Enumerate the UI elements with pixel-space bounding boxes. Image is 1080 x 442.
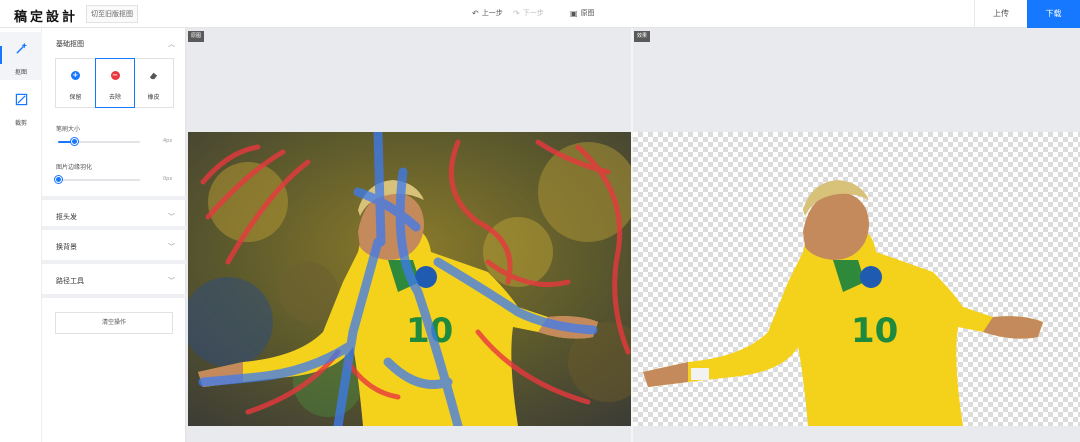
section-title-path: 路径工具 <box>56 277 84 285</box>
clear-operations-button[interactable]: 清空操作 <box>55 312 173 334</box>
feather-thumb[interactable] <box>55 176 62 183</box>
eraser-mode-button[interactable]: 橡皮 <box>134 59 173 107</box>
switch-old-version-button[interactable]: 切至旧版抠图 <box>86 5 138 23</box>
eraser-mode-label: 橡皮 <box>147 94 160 101</box>
section-title-hair: 抠头发 <box>56 213 77 221</box>
redo-label: 下一步 <box>522 9 544 17</box>
app-logo: 稿定設計 <box>14 10 79 25</box>
result-cutout: 10 <box>643 180 1043 426</box>
result-tag: 效果 <box>634 31 651 42</box>
tool-rail: 抠图 裁剪 <box>0 28 42 442</box>
result-preview[interactable]: 10 <box>633 132 1080 426</box>
keep-mode-label: 保留 <box>69 94 82 101</box>
upload-button[interactable]: 上传 <box>974 0 1027 28</box>
chevron-down-icon: ﹀ <box>168 213 175 221</box>
magic-wand-icon <box>15 42 27 54</box>
feather-value: 0px <box>163 176 173 182</box>
redo-icon: ↷ <box>513 8 520 18</box>
settings-panel: 基础抠图 ︿ + 保留 − 去除 橡皮 笔刷大小 4px 图片边缘羽化 0px … <box>42 28 186 442</box>
redo-button[interactable]: ↷ 下一步 <box>513 8 544 18</box>
rail-label-crop: 裁剪 <box>14 120 27 127</box>
original-photo-canvas: 10 <box>188 132 631 426</box>
chevron-down-icon: ﹀ <box>168 243 175 251</box>
crop-icon <box>15 93 27 106</box>
undo-icon: ↶ <box>472 8 479 18</box>
original-tag: 原图 <box>188 31 205 42</box>
section-title-basic: 基础抠图 <box>56 40 84 48</box>
svg-text:10: 10 <box>851 311 898 351</box>
brush-size-slider[interactable] <box>58 138 140 145</box>
original-photo[interactable]: 10 <box>188 132 631 426</box>
brush-size-thumb[interactable] <box>71 138 79 145</box>
remove-mode-button[interactable]: − 去除 <box>94 58 136 108</box>
brush-mode-group: + 保留 − 去除 橡皮 <box>55 58 174 108</box>
section-hair[interactable]: 抠头发 ﹀ <box>42 196 186 230</box>
rail-label-cutout: 抠图 <box>14 69 27 76</box>
chevron-up-icon: ︿ <box>168 40 175 48</box>
section-path-tool[interactable]: 路径工具 ﹀ <box>42 264 186 298</box>
chevron-down-icon: ﹀ <box>168 277 175 285</box>
minus-circle-icon: − <box>110 71 120 80</box>
download-button[interactable]: 下载 <box>1027 0 1080 28</box>
view-original-label: 原图 <box>580 9 595 17</box>
keep-mode-button[interactable]: + 保留 <box>56 59 96 107</box>
brush-size-value: 4px <box>163 138 173 144</box>
top-bar: 稿定設計 切至旧版抠图 ↶ 上一步 ↷ 下一步 ▣ 原图 上传 下载 <box>0 0 1080 28</box>
feather-slider[interactable] <box>55 176 140 183</box>
remove-mode-label: 去除 <box>109 94 122 101</box>
undo-button[interactable]: ↶ 上一步 <box>472 8 503 18</box>
view-original-button[interactable]: ▣ 原图 <box>570 8 595 18</box>
section-basic-cutout[interactable]: 基础抠图 ︿ <box>42 28 186 58</box>
brush-size-label: 笔刷大小 <box>56 126 81 133</box>
image-icon: ▣ <box>570 8 578 18</box>
rail-item-crop[interactable]: 裁剪 <box>0 83 42 131</box>
eraser-icon <box>150 72 158 80</box>
rail-item-cutout[interactable]: 抠图 <box>0 32 42 80</box>
section-title-background: 换背景 <box>56 243 77 251</box>
section-background[interactable]: 换背景 ﹀ <box>42 230 186 264</box>
feather-label: 图片边缘羽化 <box>56 164 93 171</box>
undo-label: 上一步 <box>481 9 503 17</box>
plus-circle-icon: + <box>70 71 80 80</box>
